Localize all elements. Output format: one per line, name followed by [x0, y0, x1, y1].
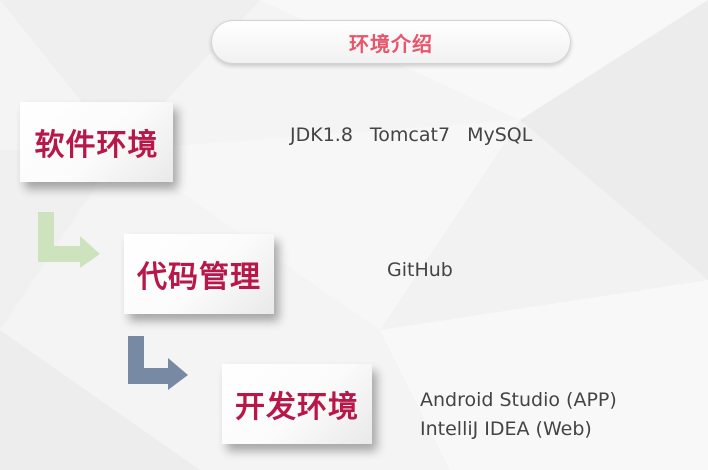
- section-label: 软件环境: [34, 128, 159, 163]
- section-card-development-environment: 开发环境: [222, 364, 372, 444]
- section-info-code-management: GitHub: [387, 259, 453, 281]
- section-card-code-management: 代码管理: [124, 234, 274, 314]
- page-title: 环境介绍: [349, 31, 433, 56]
- section-info-software-environment: JDK1.8 Tomcat7 MySQL: [290, 124, 549, 146]
- info-item: IntelliJ IDEA (Web): [420, 418, 592, 440]
- info-item: Android Studio (APP): [420, 389, 617, 411]
- info-item: JDK1.8: [290, 124, 353, 146]
- section-label: 开发环境: [235, 390, 359, 425]
- info-item: Tomcat7: [369, 124, 451, 146]
- title-pill: 环境介绍: [211, 20, 571, 64]
- bent-arrow-icon: [38, 212, 100, 268]
- section-card-software-environment: 软件环境: [20, 102, 173, 182]
- info-item: GitHub: [387, 259, 453, 281]
- section-info-development-environment: Android Studio (APP) IntelliJ IDEA (Web): [420, 386, 617, 444]
- bent-arrow-icon: [128, 336, 188, 390]
- section-label: 代码管理: [137, 260, 261, 295]
- info-item: MySQL: [467, 124, 533, 146]
